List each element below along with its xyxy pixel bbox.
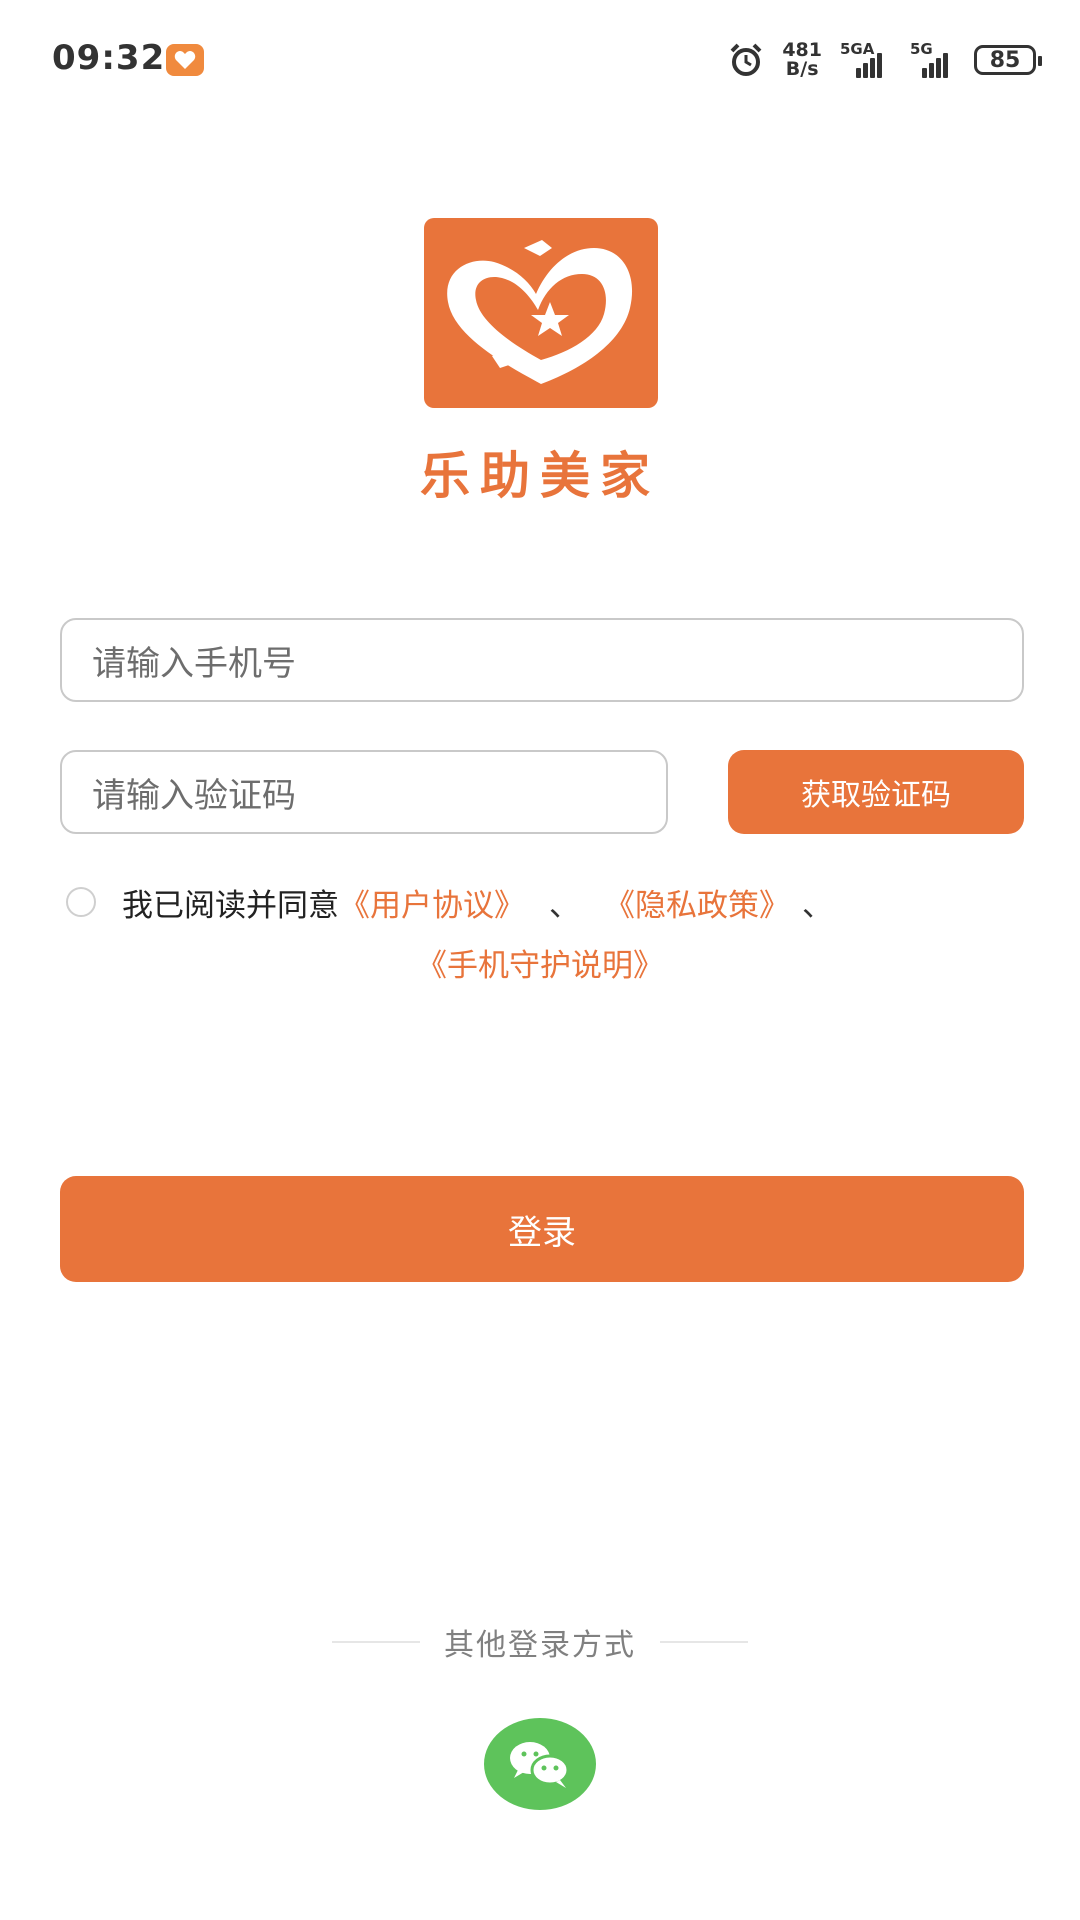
login-button[interactable]: 登录 <box>60 1176 1024 1282</box>
signal-sim1-icon: 5GA <box>840 40 892 78</box>
alarm-icon <box>730 43 762 76</box>
status-time: 09:32 <box>52 38 166 78</box>
wechat-icon <box>510 1742 570 1788</box>
divider-line <box>332 1641 420 1643</box>
battery-icon: 85 <box>974 45 1042 75</box>
agree-prefix: 我已阅读并同意 <box>122 887 339 924</box>
signal-sim2-icon: 5G <box>910 40 956 78</box>
heart-hands-icon <box>447 240 633 384</box>
verification-code-input[interactable]: 请输入验证码 <box>60 750 668 834</box>
phone-guard-link[interactable]: 《手机守护说明》 <box>416 948 664 984</box>
sim2-label: 5G <box>910 40 933 58</box>
heart-app-icon <box>166 44 204 76</box>
privacy-policy-link[interactable]: 《隐私政策》 <box>604 880 790 925</box>
net-speed-unit: B/s <box>785 58 819 80</box>
phone-input[interactable]: 请输入手机号 <box>60 618 1024 702</box>
divider-line <box>660 1641 748 1643</box>
separator: 、 <box>802 887 833 924</box>
other-login-label: 其他登录方式 <box>444 1628 636 1663</box>
wechat-login-button[interactable] <box>484 1718 596 1810</box>
login-screen: 09:32 481 B/s 5GA 5G 85 乐助美家 请输入手机号 请输入验… <box>0 0 1080 1920</box>
app-logo <box>424 218 658 408</box>
other-login-divider: 其他登录方式 <box>0 1620 1080 1664</box>
user-agreement-link[interactable]: 《用户协议》 <box>339 880 525 925</box>
status-icons: 481 B/s 5GA 5G 85 <box>728 40 1042 80</box>
separator: 、 <box>549 887 580 924</box>
sim1-label: 5GA <box>840 40 875 58</box>
agreement-section: 我已阅读并同意 《用户协议》 、 《隐私政策》 、 《手机守护说明》 <box>66 880 1026 985</box>
get-code-button[interactable]: 获取验证码 <box>728 750 1024 834</box>
brand-name: 乐助美家 <box>420 447 660 505</box>
status-bar: 09:32 481 B/s 5GA 5G 85 <box>0 0 1080 120</box>
network-speed: 481 B/s <box>782 41 822 79</box>
agree-radio[interactable] <box>66 887 96 917</box>
